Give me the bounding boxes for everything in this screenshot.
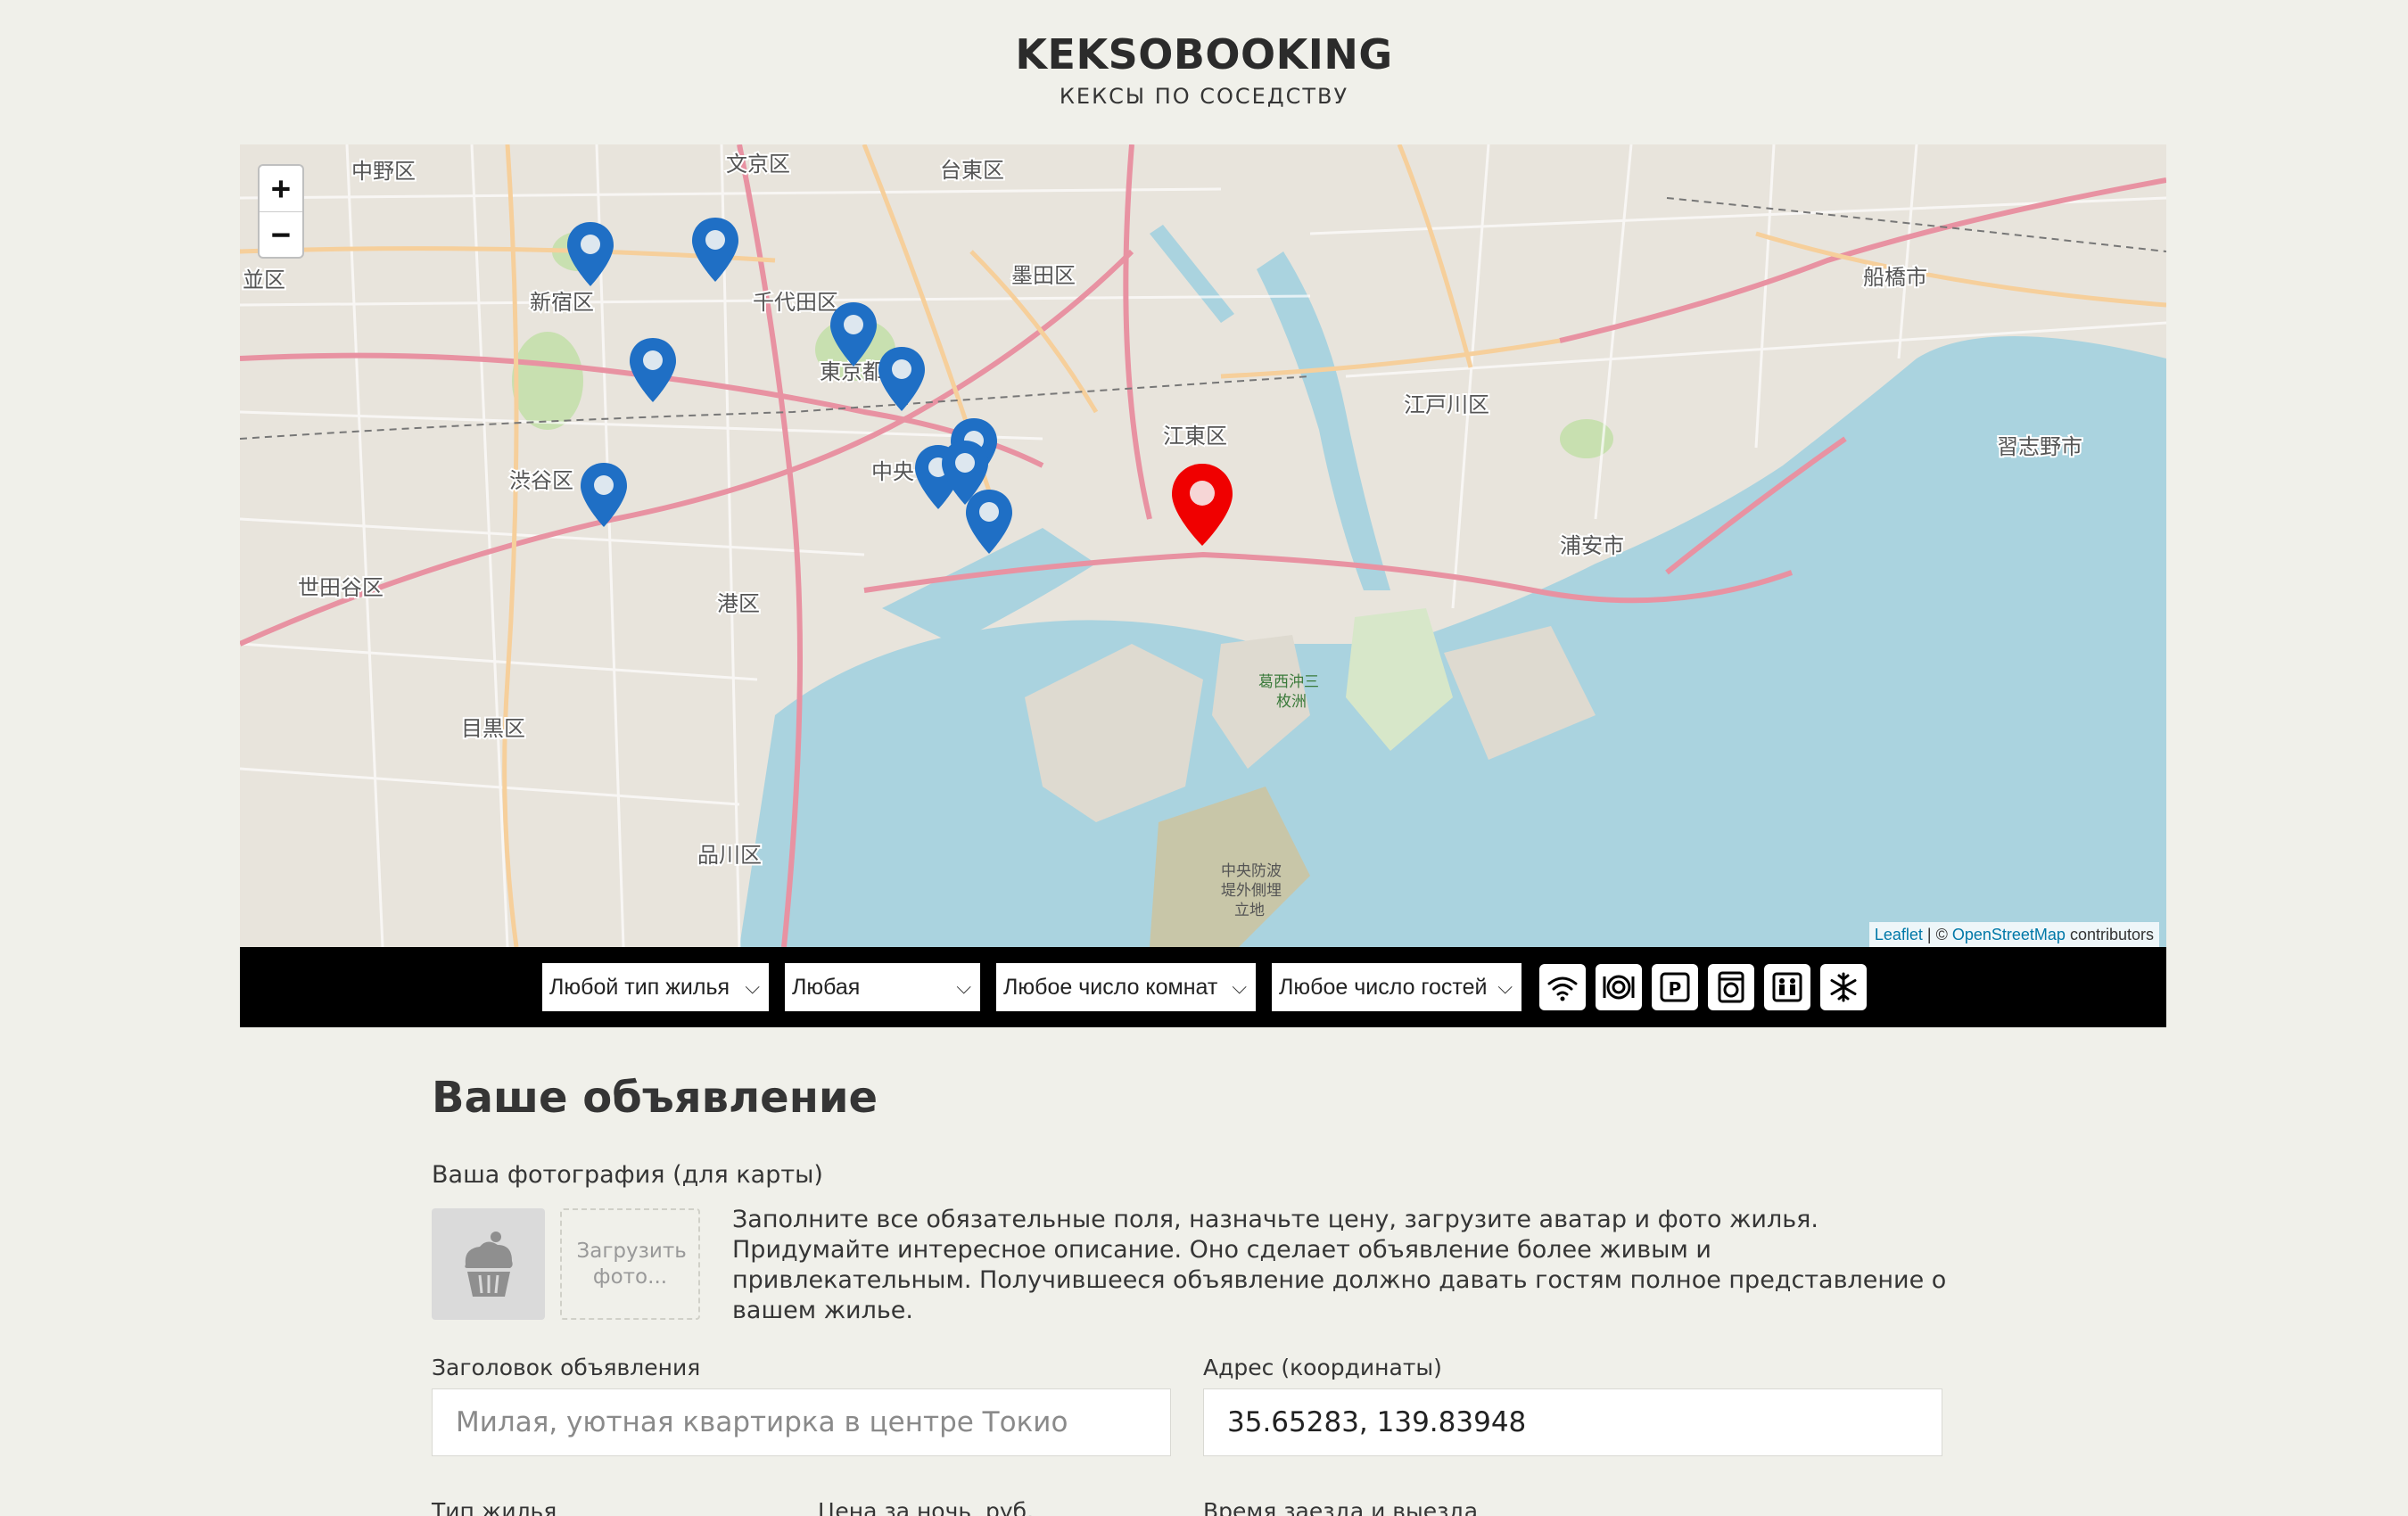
label-urayasu: 浦安市	[1560, 533, 1624, 558]
label-bohatei-2: 堤外側埋	[1221, 882, 1282, 900]
attribution-suffix: contributors	[2065, 926, 2154, 943]
ad-pin[interactable]	[565, 220, 615, 288]
label-suginami: 並区	[243, 268, 285, 292]
ad-pin[interactable]	[579, 461, 629, 529]
label-kasai-2: 枚洲	[1276, 693, 1307, 711]
ad-pin[interactable]	[964, 488, 1014, 556]
svg-text:P: P	[1669, 978, 1682, 1000]
label-edogawa: 江戸川区	[1404, 392, 1489, 417]
chevron-down-icon: ⌵	[1230, 963, 1247, 1011]
guests-filter[interactable]: Любое число гостей ⌵	[1272, 963, 1521, 1011]
chevron-down-icon: ⌵	[1497, 976, 1513, 998]
form-instructions: Заполните все обязательные поля, назначь…	[732, 1206, 1947, 1324]
zoom-in-button[interactable]: +	[260, 166, 302, 211]
avatar-label: Ваша фотография (для карты)	[432, 1161, 823, 1189]
avatar-preview	[432, 1208, 545, 1320]
muffin-icon	[464, 1231, 513, 1297]
feature-elevator[interactable]	[1764, 964, 1810, 1010]
title-input[interactable]: Милая, уютная квартирка в центре Токио	[432, 1388, 1171, 1456]
wifi-icon	[1547, 976, 1578, 1001]
housing-type-filter[interactable]: Любой тип жилья ⌵	[542, 963, 769, 1011]
logo: KEKSOBOOKING	[1015, 30, 1393, 78]
avatar-upload-label: Загрузить фото...	[576, 1239, 687, 1289]
zoom-control: + −	[258, 164, 304, 259]
form-title: Ваше объявление	[432, 1073, 878, 1123]
ad-pin[interactable]	[628, 336, 678, 404]
label-setagaya: 世田谷区	[298, 575, 383, 600]
title-label: Заголовок объявления	[432, 1355, 701, 1380]
feature-wifi[interactable]	[1539, 964, 1586, 1010]
time-label: Время заезда и выезда	[1203, 1498, 1479, 1516]
conditioner-icon	[1830, 972, 1857, 1002]
label-narashino: 習志野市	[1997, 434, 2082, 459]
address-input[interactable]: 35.65283, 139.83948	[1203, 1388, 1942, 1456]
feature-dishwasher[interactable]	[1596, 964, 1642, 1010]
ad-pin[interactable]	[829, 301, 878, 368]
price-label: Цена за ночь, руб.	[818, 1498, 1035, 1516]
label-shinjuku: 新宿区	[530, 290, 594, 315]
label-chuo: 中央	[871, 459, 914, 484]
label-taito: 台東区	[940, 158, 1004, 183]
parking-icon: P	[1660, 972, 1690, 1002]
main-pin[interactable]	[1170, 462, 1234, 548]
label-koto: 江東区	[1163, 424, 1227, 449]
elevator-icon	[1772, 972, 1802, 1002]
label-shinagawa: 品川区	[697, 843, 762, 868]
attribution-separator: | ©	[1922, 926, 1952, 943]
zoom-out-button[interactable]: −	[260, 211, 302, 258]
label-meguro: 目黒区	[461, 716, 525, 741]
label-bohatei-1: 中央防波	[1221, 862, 1282, 880]
washer-icon	[1718, 971, 1744, 1003]
leaflet-link[interactable]: Leaflet	[1875, 926, 1923, 943]
rooms-filter-value: Любое число комнат	[1003, 975, 1218, 1000]
chevron-down-icon: ⌵	[745, 976, 760, 998]
guests-filter-value: Любое число гостей	[1279, 975, 1488, 1000]
rooms-filter[interactable]: Любое число комнат ⌵	[996, 963, 1256, 1011]
map-filters: Любой тип жилья ⌵ Любая ⌵ Любое число ко…	[240, 947, 2166, 1027]
chevron-down-icon: ⌵	[956, 976, 971, 998]
label-sumida: 墨田区	[1011, 263, 1076, 288]
label-kasai-1: 葛西沖三	[1258, 673, 1319, 691]
avatar-upload[interactable]: Загрузить фото...	[560, 1208, 700, 1320]
label-funabashi: 船橋市	[1863, 265, 1927, 290]
tagline: КЕКСЫ ПО СОСЕДСТВУ	[1059, 84, 1349, 109]
housing-type-filter-value: Любой тип жилья	[549, 975, 730, 1000]
ad-pin[interactable]	[690, 216, 740, 284]
feature-parking[interactable]: P	[1652, 964, 1698, 1010]
label-nakano: 中野区	[351, 159, 416, 184]
page: KEKSOBOOKING КЕКСЫ ПО СОСЕДСТВУ 中野区 文京区 …	[0, 0, 2408, 1516]
label-shibuya: 渋谷区	[509, 468, 573, 493]
type-label: Тип жилья	[432, 1498, 557, 1516]
price-filter[interactable]: Любая ⌵	[785, 963, 980, 1011]
map[interactable]: 中野区 文京区 台東区 墨田区 並区 新宿区 千代田区 東京都 江東区 江戸川区…	[240, 144, 2166, 947]
label-chiyoda: 千代田区	[753, 290, 838, 315]
price-filter-value: Любая	[792, 975, 861, 1000]
label-bohatei-3: 立地	[1234, 902, 1265, 919]
ad-pin[interactable]	[877, 345, 927, 413]
dishwasher-icon	[1603, 975, 1635, 1000]
address-label: Адрес (координаты)	[1203, 1355, 1442, 1380]
label-bunkyo: 文京区	[726, 152, 790, 177]
label-minato: 港区	[717, 591, 760, 616]
feature-conditioner[interactable]	[1820, 964, 1867, 1010]
osm-link[interactable]: OpenStreetMap	[1952, 926, 2066, 943]
map-attribution: Leaflet | © OpenStreetMap contributors	[1868, 922, 2159, 947]
feature-washer[interactable]	[1708, 964, 1754, 1010]
